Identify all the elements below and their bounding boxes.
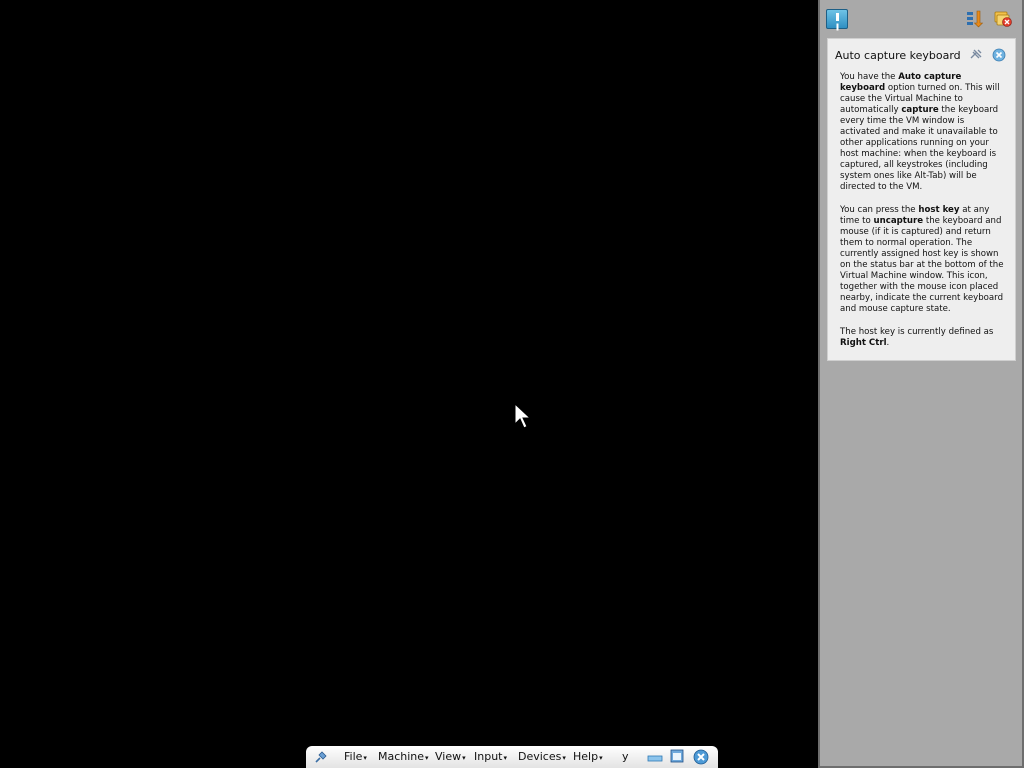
pin-icon[interactable] xyxy=(314,750,328,764)
notification-title: Auto capture keyboard ... xyxy=(835,49,965,62)
notification-paragraph: You have the Auto capture keyboard optio… xyxy=(840,72,1000,192)
close-all-notifications-icon[interactable] xyxy=(994,10,1012,28)
menu-help-label: Help xyxy=(573,750,599,763)
notification-center-icon[interactable] xyxy=(826,9,848,29)
menu-machine-label: Machine xyxy=(378,750,425,763)
menu-view[interactable]: View▾ xyxy=(435,750,466,763)
sort-icon[interactable] xyxy=(966,10,984,28)
vm-display[interactable] xyxy=(0,0,818,768)
restore-window-icon[interactable] xyxy=(670,749,684,763)
menu-arrow-icon: ▾ xyxy=(462,754,466,762)
notification-paragraph: You can press the host key at any time t… xyxy=(840,205,1004,314)
close-icon[interactable] xyxy=(693,749,709,765)
menu-help[interactable]: Help▾ xyxy=(573,750,603,763)
close-icon[interactable] xyxy=(992,48,1006,62)
notification-center-toolbar xyxy=(820,0,1022,38)
menu-devices[interactable]: Devices▾ xyxy=(518,750,566,763)
menu-devices-label: Devices xyxy=(518,750,562,763)
menu-machine[interactable]: Machine▾ xyxy=(378,750,429,763)
menu-arrow-icon: ▾ xyxy=(503,754,507,762)
menu-input[interactable]: Input▾ xyxy=(474,750,507,763)
menu-arrow-icon: ▾ xyxy=(425,754,429,762)
notification-center-panel: Auto capture keyboard ... You have the A… xyxy=(818,0,1024,768)
notification-card: Auto capture keyboard ... You have the A… xyxy=(827,38,1016,361)
menu-arrow-icon: ▾ xyxy=(562,754,566,762)
notification-body: You have the Auto capture keyboard optio… xyxy=(840,72,1006,361)
notification-paragraph: The host key is currently defined as Rig… xyxy=(840,327,994,348)
toolbar-extra-label: y xyxy=(622,750,629,763)
vm-mini-toolbar: File▾ Machine▾ View▾ Input▾ Devices▾ Hel… xyxy=(306,746,718,768)
menu-input-label: Input xyxy=(474,750,503,763)
mouse-cursor-icon xyxy=(514,403,532,429)
menu-file-label: File xyxy=(344,750,363,763)
menu-view-label: View xyxy=(435,750,462,763)
menu-arrow-icon: ▾ xyxy=(599,754,603,762)
menu-arrow-icon: ▾ xyxy=(363,754,367,762)
dont-show-again-icon[interactable] xyxy=(969,48,983,62)
menu-file[interactable]: File▾ xyxy=(344,750,367,763)
minimize-icon[interactable] xyxy=(647,753,663,763)
